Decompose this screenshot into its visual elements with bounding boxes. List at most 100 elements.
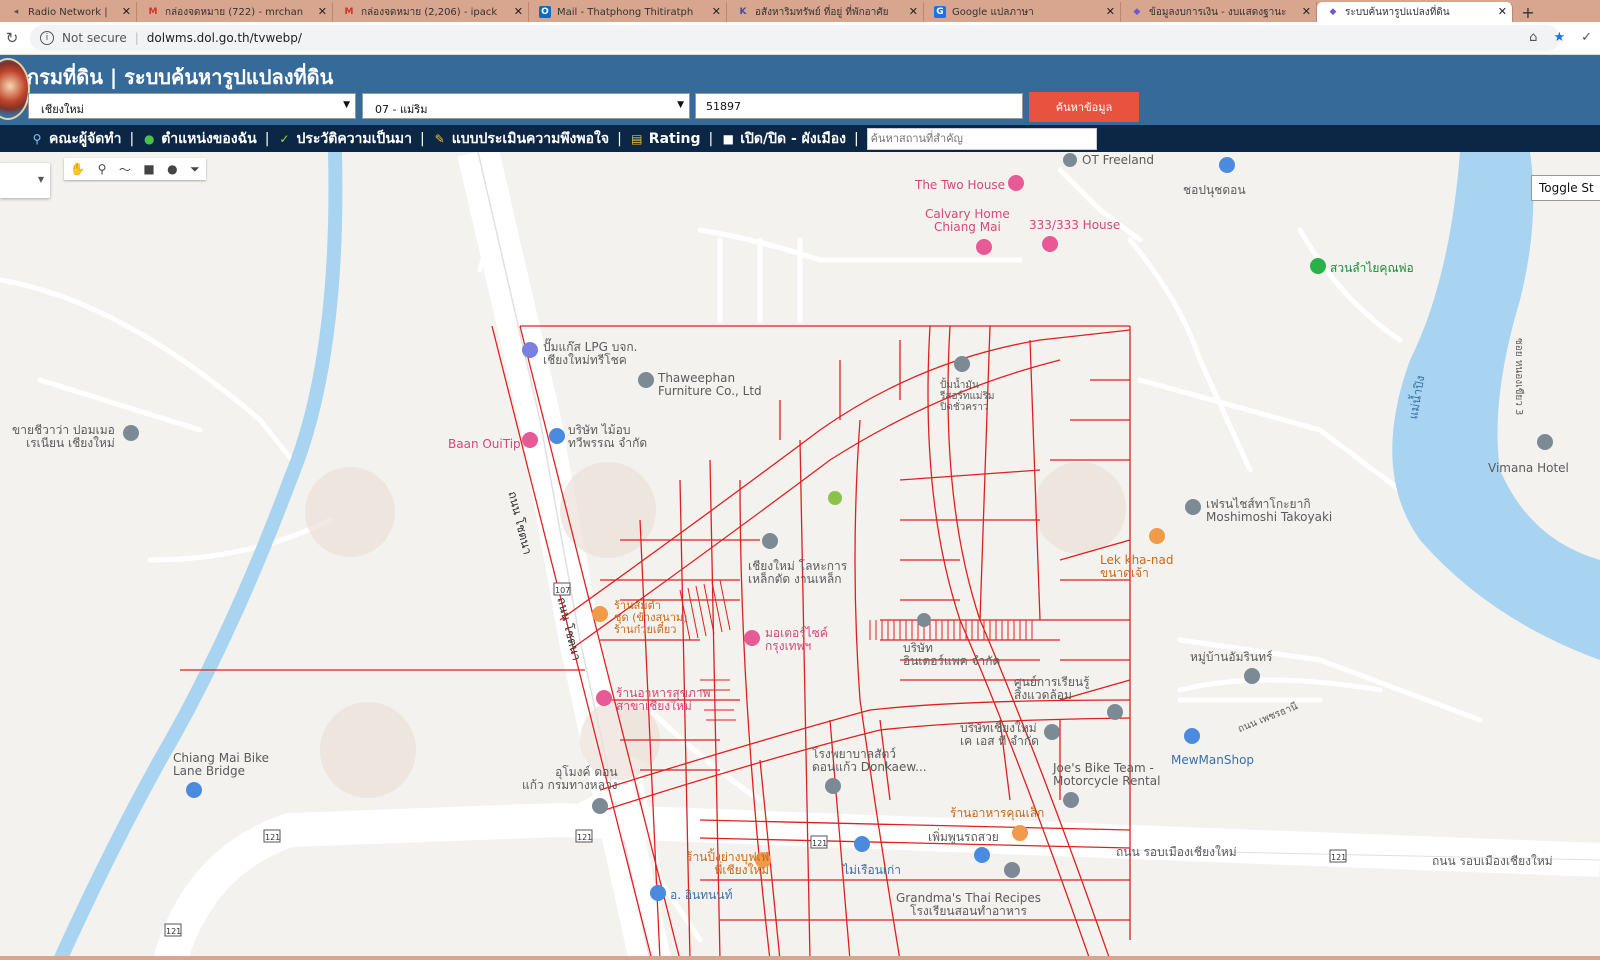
poi-label: ร้านปิ้งย่างบุฟเฟ่ พี่เชียงใหม่ [686, 850, 770, 877]
form-icon: ✎ [434, 131, 445, 146]
menu-item-team[interactable]: ⚲ คณะผู้จัดทำ [26, 128, 125, 150]
parcel-number-input[interactable] [695, 93, 1023, 119]
browser-tab[interactable]: K อสังหาริมทรัพย์ ที่อยู่ ที่พักอาศัย ✕ [727, 2, 924, 22]
road-label: ซอย หนองเขียว 3 [1513, 338, 1524, 416]
menu-item-city-plan-toggle[interactable]: ■ เปิด/ปิด - ผังเมือง [717, 128, 850, 150]
security-status: Not secure [62, 31, 127, 45]
poi-label: ศูนย์การเรียนรู้ สิ่งแวดล้อม [1014, 675, 1090, 702]
toggle-street-view-button[interactable]: Toggle St [1531, 175, 1600, 201]
radio-icon: ◂ [13, 7, 19, 17]
poi-label: หมู่บ้านอัมรินทร์ [1190, 650, 1273, 664]
poi-label: ปั้มน้ำมัน รีสอร์ทแม่ริม ปิดชั่วคราว [940, 380, 995, 413]
poi-label: Calvary Home Chiang Mai [925, 207, 1010, 234]
close-tab-icon[interactable]: ✕ [318, 5, 327, 18]
circle-icon[interactable]: ● [167, 162, 177, 176]
province-select[interactable]: เชียงใหม่ ▼ [28, 93, 356, 119]
search-button[interactable]: ค้นหาข้อมูล [1029, 92, 1139, 122]
map-canvas[interactable]: ▼ ✋ ⚲ 〜 ■ ● ⏷ Toggle St OT Freeland The … [0, 152, 1600, 960]
place-search-input[interactable] [866, 127, 1097, 150]
gmail-icon: M [148, 7, 158, 17]
menu-item-label: ตำแหน่งของฉัน [161, 130, 257, 147]
address-bar: ↻ i Not secure | dolwms.dol.go.th/tvwebp… [0, 22, 1600, 55]
polygon-icon[interactable]: ⏷ [190, 162, 200, 177]
divider: | [134, 31, 139, 45]
poi-label: Chiang Mai Bike Lane Bridge [173, 751, 270, 778]
browser-actions: ⌂ ★ ✓ [1529, 30, 1592, 45]
app-header: กรมที่ดิน | ระบบค้นหารูปแปลงที่ดิน เชียง… [0, 55, 1600, 125]
menu-item-my-location[interactable]: ● ตำแหน่งของฉัน [138, 128, 261, 150]
poi-label: ไม่เรือนเก่า [843, 863, 902, 877]
k-icon: K [739, 7, 747, 17]
menu-item-rating[interactable]: ▤ Rating [626, 131, 705, 147]
checkbox-icon[interactable]: ■ [721, 132, 735, 146]
new-tab-button[interactable]: + [1513, 2, 1543, 22]
poi-label: เพิ่มพูนรถสวย [928, 830, 999, 844]
close-tab-icon[interactable]: ✕ [1106, 5, 1115, 18]
close-tab-icon[interactable]: ✕ [712, 5, 721, 18]
poi-label: ร้านส้มตำ ชุด (ข้างสนาม) ร้านก๋วยเตี๋ยว [614, 599, 688, 636]
browser-tab[interactable]: M กล่องจดหมาย (722) - mrchan ✕ [137, 2, 333, 22]
cube-icon: ◆ [1133, 7, 1141, 17]
close-tab-icon[interactable]: ✕ [122, 5, 131, 18]
divider: | [419, 130, 425, 147]
poi-label: ชอปนุชดอน [1183, 183, 1246, 197]
app-title: กรมที่ดิน | ระบบค้นหารูปแปลงที่ดิน [27, 65, 334, 89]
poi-label: ร้านอาหารคุณเล็ก [950, 806, 1045, 820]
district-select[interactable]: 07 - แม่ริม ▼ [362, 93, 690, 119]
translate-icon: G [934, 6, 946, 18]
info-icon[interactable]: i [40, 31, 54, 45]
district-value: 07 - แม่ริม [375, 103, 428, 116]
road-label: ถนน รอบเมืองเชียงใหม่ [1116, 845, 1237, 859]
bookmark-star-icon[interactable]: ★ [1553, 30, 1565, 45]
outlook-icon: O [539, 6, 551, 18]
extension-icon[interactable]: ✓ [1581, 30, 1592, 45]
browser-tab-label: Mail - Thatphong Thitiratph [557, 6, 694, 18]
browser-tab-label: ข้อมูลงบการเงิน - งบแสดงฐานะ [1149, 6, 1287, 18]
chevron-down-icon: ▼ [677, 100, 684, 110]
chevron-down-icon: ▼ [37, 175, 44, 184]
browser-tab-label: ระบบค้นหารูปแปลงที่ดิน [1345, 6, 1450, 18]
close-tab-icon[interactable]: ✕ [909, 5, 918, 18]
poi-label: 333/333 House [1029, 218, 1121, 232]
browser-tab-label: Google แปลภาษา [952, 6, 1034, 18]
cube-icon: ◆ [1329, 7, 1337, 17]
rectangle-icon[interactable]: ■ [143, 162, 154, 176]
menu-item-label: คณะผู้จัดทำ [49, 130, 122, 147]
ping-river [1392, 152, 1600, 660]
sprout-icon: ✓ [279, 131, 290, 146]
divider: | [617, 130, 622, 147]
browser-tab[interactable]: M กล่องจดหมาย (2,206) - ipack ✕ [333, 2, 529, 22]
poi-label: บริษัท อินเตอร์แพค จำกัด [903, 641, 1001, 668]
browser-tab[interactable]: ◂ Radio Network | ✕ [0, 2, 137, 22]
route-shield-number: 121 [577, 833, 593, 842]
poi-label: OT Freeland [1082, 153, 1154, 167]
close-tab-icon[interactable]: ✕ [514, 5, 523, 18]
poi-label: เชียงใหม่ โลหะการ เหล็กตัด งานเหล็ก [748, 559, 848, 586]
close-tab-icon[interactable]: ✕ [1498, 5, 1507, 18]
url-field[interactable]: i Not secure | dolwms.dol.go.th/tvwebp/ [30, 25, 1560, 51]
menu-item-history[interactable]: ✓ ประวัติความเป็นมา [273, 128, 416, 150]
layer-dropdown[interactable]: ▼ [0, 163, 50, 198]
route-shield-number: 121 [1331, 853, 1347, 862]
browser-tab-active[interactable]: ◆ ระบบค้นหารูปแปลงที่ดิน ✕ [1317, 2, 1513, 22]
poi-label: Grandma's Thai Recipes โรงเรียนสอนทำอาหา… [896, 891, 1042, 918]
reload-icon[interactable]: ↻ [0, 29, 24, 47]
close-tab-icon[interactable]: ✕ [1302, 5, 1311, 18]
browser-tab[interactable]: G Google แปลภาษา ✕ [924, 2, 1121, 22]
polyline-icon[interactable]: 〜 [119, 161, 131, 178]
route-shield-number: 121 [166, 927, 182, 936]
menu-item-label: Rating [648, 130, 701, 147]
browser-tab[interactable]: O Mail - Thatphong Thitiratph ✕ [529, 2, 727, 22]
chart-icon: ▤ [631, 131, 643, 146]
poi-label: โรงพยาบาลสัตว์ ดอนแก้ว Donkaew... [812, 747, 927, 774]
hand-pan-icon[interactable]: ✋ [70, 162, 85, 176]
browser-tab[interactable]: ◆ ข้อมูลงบการเงิน - งบแสดงฐานะ ✕ [1121, 2, 1317, 22]
menu-item-survey[interactable]: ✎ แบบประเมินความพึงพอใจ [429, 128, 613, 150]
marker-icon[interactable]: ⚲ [98, 162, 107, 176]
menu-item-label: แบบประเมินความพึงพอใจ [451, 130, 610, 147]
poi-label: Joe's Bike Team - Motorcycle Rental [1053, 761, 1161, 788]
menu-item-label: เปิด/ปิด - ผังเมือง [740, 130, 846, 147]
poi-label: MewManShop [1171, 753, 1255, 767]
url-text: dolwms.dol.go.th/tvwebp/ [146, 31, 302, 45]
translate-icon[interactable]: ⌂ [1529, 30, 1537, 45]
